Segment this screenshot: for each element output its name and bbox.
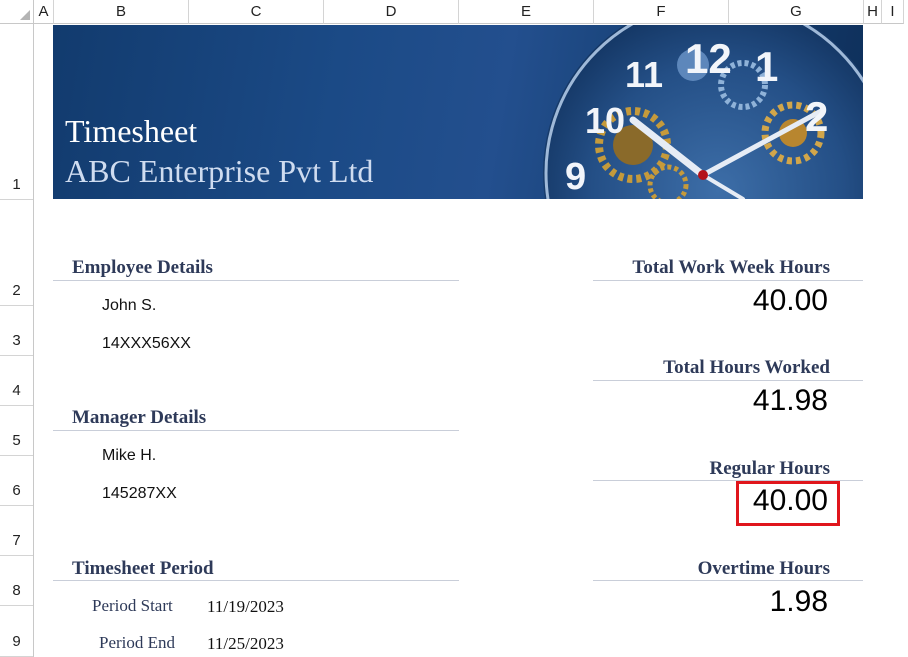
timesheet-period-heading: Timesheet Period xyxy=(72,558,214,579)
clock-numeral-2: 2 xyxy=(805,93,828,140)
timesheet-banner: 12 11 10 9 2 1 Timesheet ABC Enterprise … xyxy=(53,25,863,199)
column-header-i[interactable]: I xyxy=(882,0,904,24)
overtime-hours-label: Overtime Hours xyxy=(697,558,830,579)
row-header-6[interactable]: 6 xyxy=(0,456,33,506)
column-header-f[interactable]: F xyxy=(594,0,729,24)
total-hours-worked-label: Total Hours Worked xyxy=(663,357,830,378)
row-header-4[interactable]: 4 xyxy=(0,356,33,406)
total-hours-worked-value[interactable]: 41.98 xyxy=(578,384,828,418)
row-header-3[interactable]: 3 xyxy=(0,306,33,356)
overtime-divider xyxy=(593,580,863,581)
period-start-label: Period Start xyxy=(92,596,173,615)
row-header-5[interactable]: 5 xyxy=(0,406,33,456)
row-header-9[interactable]: 9 xyxy=(0,606,33,657)
period-end-value[interactable]: 11/25/2023 xyxy=(207,634,284,654)
regular-hours-highlight-box xyxy=(736,481,840,526)
clock-numeral-9: 9 xyxy=(565,156,586,198)
manager-id-cell[interactable]: 145287XX xyxy=(102,485,177,503)
row-header-7[interactable]: 7 xyxy=(0,506,33,556)
period-start-value[interactable]: 11/19/2023 xyxy=(207,597,284,617)
column-header-g[interactable]: G xyxy=(729,0,864,24)
column-header-e[interactable]: E xyxy=(459,0,594,24)
total-work-week-hours-label: Total Work Week Hours xyxy=(632,257,830,278)
row-header-bar: 1 2 3 4 5 6 7 8 9 xyxy=(0,24,34,657)
manager-heading-divider xyxy=(53,430,459,431)
column-header-c[interactable]: C xyxy=(189,0,324,24)
period-heading-divider xyxy=(53,580,459,581)
clock-numeral-1: 1 xyxy=(755,43,778,90)
work-week-divider xyxy=(593,280,863,281)
select-all-corner[interactable] xyxy=(0,0,34,24)
clock-numeral-11: 11 xyxy=(625,54,663,95)
employee-id-cell[interactable]: 14XXX56XX xyxy=(102,335,191,353)
clock-gears-icon: 12 11 10 9 2 1 xyxy=(543,25,863,199)
regular-hours-label: Regular Hours xyxy=(709,458,830,479)
manager-name-cell[interactable]: Mike H. xyxy=(102,447,156,465)
employee-details-heading: Employee Details xyxy=(72,257,213,278)
column-header-bar: A B C D E F G H I xyxy=(0,0,908,24)
select-all-triangle-icon xyxy=(20,10,30,20)
clock-numeral-10: 10 xyxy=(585,100,625,141)
overtime-hours-value[interactable]: 1.98 xyxy=(578,585,828,619)
column-header-d[interactable]: D xyxy=(324,0,459,24)
employee-heading-divider xyxy=(53,280,459,281)
column-header-b[interactable]: B xyxy=(54,0,189,24)
total-work-week-hours-value[interactable]: 40.00 xyxy=(578,284,828,318)
employee-name-cell[interactable]: John S. xyxy=(102,297,156,315)
banner-company-name: ABC Enterprise Pvt Ltd xyxy=(65,153,374,189)
manager-details-heading: Manager Details xyxy=(72,407,207,428)
column-header-h[interactable]: H xyxy=(864,0,882,24)
row-header-8[interactable]: 8 xyxy=(0,556,33,606)
row-header-1[interactable]: 1 xyxy=(0,24,33,200)
period-end-label: Period End xyxy=(99,633,176,652)
banner-title: Timesheet xyxy=(65,113,198,149)
hours-worked-divider xyxy=(593,380,863,381)
clock-numeral-12: 12 xyxy=(685,35,732,82)
column-header-a[interactable]: A xyxy=(34,0,54,24)
row-header-2[interactable]: 2 xyxy=(0,200,33,306)
